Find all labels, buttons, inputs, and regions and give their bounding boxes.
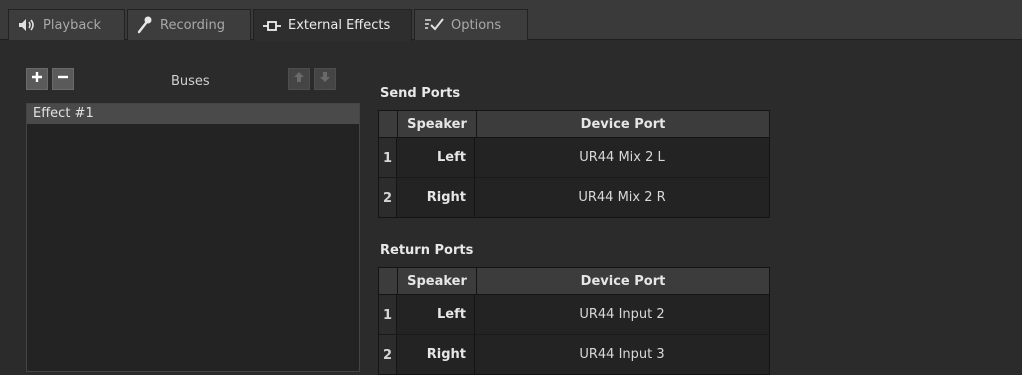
arrow-down-icon (319, 71, 331, 87)
add-bus-button[interactable] (26, 68, 48, 90)
device-port-cell[interactable]: UR44 Mix 2 R (475, 178, 769, 217)
index-header (379, 111, 398, 137)
device-port-header: Device Port (580, 273, 666, 289)
tab-options-label: Options (451, 17, 502, 33)
tab-bar: Playback Recording External Effects Opti… (0, 0, 1022, 41)
speaker-cell: Left (397, 295, 475, 334)
speaker-cell: Right (397, 178, 475, 217)
buses-panel: Buses Effect #1 (8, 58, 360, 372)
external-effects-icon (263, 20, 281, 32)
row-number: 2 (379, 178, 397, 217)
device-port-cell[interactable]: UR44 Mix 2 L (475, 138, 769, 177)
speaker-header: Speaker (398, 268, 477, 294)
table-row[interactable]: 2 Right UR44 Input 3 (379, 335, 769, 374)
return-ports-table: Speaker Device Port 1 Left UR44 Input 2 … (378, 267, 770, 375)
tab-recording-label: Recording (160, 17, 226, 33)
tab-external-effects-label: External Effects (288, 18, 391, 33)
send-ports-table: Speaker Device Port 1 Left UR44 Mix 2 L … (378, 110, 770, 218)
return-ports-title: Return Ports (380, 243, 474, 258)
device-port-cell[interactable]: UR44 Input 2 (475, 295, 769, 334)
send-ports-title: Send Ports (380, 86, 461, 101)
tab-external-effects[interactable]: External Effects (253, 9, 412, 41)
row-number: 2 (379, 335, 397, 374)
speaker-cell: Right (397, 335, 475, 374)
index-header (379, 268, 398, 294)
device-port-header: Device Port (580, 116, 666, 132)
speaker-icon (18, 18, 36, 32)
tab-recording[interactable]: Recording (127, 9, 251, 40)
table-row[interactable]: 1 Left UR44 Mix 2 L (379, 138, 769, 178)
table-header: Speaker Device Port (379, 111, 769, 138)
speaker-header: Speaker (398, 111, 477, 137)
remove-bus-button[interactable] (52, 68, 74, 90)
buses-title: Buses (171, 74, 210, 89)
bus-item[interactable]: Effect #1 (27, 104, 359, 124)
bus-list: Effect #1 (26, 103, 360, 372)
row-number: 1 (379, 295, 397, 334)
move-down-button[interactable] (314, 68, 336, 90)
tab-playback[interactable]: Playback (8, 9, 125, 40)
minus-icon (57, 71, 69, 87)
plus-icon (31, 71, 43, 87)
arrow-up-icon (293, 71, 305, 87)
move-up-button[interactable] (288, 68, 310, 90)
table-row[interactable]: 1 Left UR44 Input 2 (379, 295, 769, 335)
checkmark-icon (424, 18, 444, 32)
row-number: 1 (379, 138, 397, 177)
table-header: Speaker Device Port (379, 268, 769, 295)
table-row[interactable]: 2 Right UR44 Mix 2 R (379, 178, 769, 217)
tab-options[interactable]: Options (414, 9, 528, 40)
microphone-icon (137, 16, 153, 34)
device-port-cell[interactable]: UR44 Input 3 (475, 335, 769, 374)
speaker-cell: Left (397, 138, 475, 177)
tab-playback-label: Playback (43, 17, 102, 33)
